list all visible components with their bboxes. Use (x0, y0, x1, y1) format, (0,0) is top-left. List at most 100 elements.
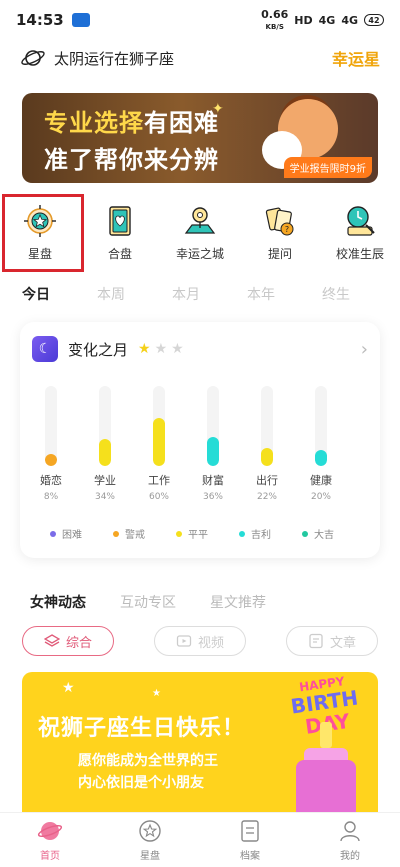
menu-ask[interactable]: ? 提问 (240, 196, 320, 268)
fortune-percent: 20% (310, 492, 331, 502)
nav-label: 我的 (340, 851, 360, 862)
fortune-bar-fill (45, 454, 57, 466)
fortune-bar-fill (99, 439, 111, 466)
menu-synastry[interactable]: 合盘 (80, 196, 160, 268)
lucky-star-link[interactable]: 幸运星 (332, 46, 380, 70)
planet-home-icon (37, 822, 63, 840)
tab-week[interactable]: 本周 (97, 284, 172, 314)
tab-today[interactable]: 今日 (22, 284, 97, 314)
fortune-bar (99, 386, 111, 466)
nav-home[interactable]: 首页 (0, 813, 100, 867)
archive-icon (241, 820, 259, 842)
fortune-legend: 困难 警戒 平平 吉利 大吉 (20, 526, 380, 541)
clock-search-icon (347, 205, 375, 236)
menu-lucky-city[interactable]: 幸运之城 (160, 196, 240, 268)
birthday-line2: 内心依旧是个小朋友 (78, 775, 204, 791)
app-notification-icon (71, 13, 90, 27)
chip-all[interactable]: 综合 (22, 626, 114, 656)
nav-label: 档案 (240, 851, 260, 862)
promo-banner[interactable]: ✦ ✦ 专业选择有困难 准了帮你来分辨 学业报告限时9折 (22, 93, 378, 183)
legend-dot (302, 530, 308, 537)
fortune-bar (261, 386, 273, 466)
legend-dot (113, 530, 119, 537)
tab-goddess-news[interactable]: 女神动态 (30, 592, 86, 614)
fortune-title: 变化之月 (68, 340, 129, 359)
banner-line1: 专业选择有困难 (44, 109, 219, 137)
candle-illustration (320, 722, 332, 748)
legend-label: 平平 (188, 530, 208, 541)
menu-calibrate-birth[interactable]: 校准生辰 (320, 196, 400, 268)
star-empty-icon: ★ (171, 341, 188, 357)
news-tabs: 女神动态 互动专区 星文推荐 (0, 592, 400, 614)
star-filled-icon: ★ (138, 341, 155, 357)
tab-interaction-zone[interactable]: 互动专区 (120, 592, 176, 614)
fortune-category: 婚恋 (40, 474, 62, 487)
fortune-bar-fill (207, 437, 219, 466)
hd-indicator: HD (294, 13, 313, 27)
tab-lifetime[interactable]: 终生 (322, 284, 397, 314)
chip-label: 视频 (197, 635, 224, 651)
legend-dot (239, 530, 245, 537)
cake-illustration (296, 760, 356, 812)
planet-icon (21, 50, 45, 66)
content-filter-chips: 综合 视频 文章 (22, 626, 378, 658)
tab-astro-articles[interactable]: 星文推荐 (210, 592, 266, 614)
fortune-percent: 60% (148, 492, 169, 502)
fortune-bar-label: 工作 60% (139, 472, 179, 502)
chip-label: 综合 (65, 635, 92, 651)
moon-chart-icon: ☾ (32, 336, 58, 362)
fortune-bar-label: 婚恋 8% (31, 472, 71, 502)
fortune-percent: 22% (256, 492, 277, 502)
sparkle-icon: ★ (152, 688, 161, 699)
legend-dot (176, 530, 182, 537)
nav-star-chart[interactable]: 星盘 (100, 813, 200, 867)
menu-label: 提问 (267, 246, 292, 261)
nav-archive[interactable]: 档案 (200, 813, 300, 867)
fortune-bars (20, 384, 380, 466)
legend-label: 吉利 (251, 530, 271, 541)
clock: 14:53 (16, 11, 64, 29)
fortune-category: 学业 (94, 474, 116, 487)
period-tabs: 今日 本周 本月 本年 终生 (0, 284, 400, 314)
heart-card-icon (109, 205, 131, 236)
chevron-right-icon[interactable]: › (361, 339, 368, 360)
menu-label: 合盘 (107, 246, 132, 261)
star-chart-nav-icon (139, 820, 161, 842)
moon-transit-text[interactable]: 太阴运行在狮子座 (54, 48, 174, 69)
nav-profile[interactable]: 我的 (300, 813, 400, 867)
star-chart-icon (24, 204, 56, 237)
tab-month[interactable]: 本月 (172, 284, 247, 314)
fortune-bar (45, 386, 57, 466)
signal-4g-1: 4G (318, 13, 336, 27)
city-map-icon (184, 206, 216, 234)
header: 太阴运行在狮子座 幸运星 (0, 40, 400, 76)
fortune-bar-fill (153, 418, 165, 466)
fortune-bar-label: 财富 36% (193, 472, 233, 502)
fortune-bar-label: 出行 22% (247, 472, 287, 502)
fortune-bar-labels: 婚恋 8% 学业 34% 工作 60% 财富 36% 出行 22% 健康 20% (20, 472, 380, 512)
fortune-bar-fill (261, 448, 273, 466)
legend-label: 大吉 (314, 530, 334, 541)
fortune-card[interactable]: ☾ 变化之月 ★★★ › 婚恋 8% 学业 34% 工作 60% 财富 36% 出行 22% 健康 2… (20, 322, 380, 558)
chip-label: 文章 (329, 635, 356, 651)
sparkle-icon: ★ (62, 680, 75, 696)
legend-label: 警戒 (125, 530, 145, 541)
tab-year[interactable]: 本年 (247, 284, 322, 314)
net-speed: 0.66 KB/S (261, 8, 289, 31)
svg-text:?: ? (285, 225, 289, 234)
battery-icon: 42 (364, 14, 384, 26)
menu-label: 校准生辰 (335, 246, 384, 261)
fortune-percent: 34% (94, 492, 115, 502)
menu-label: 幸运之城 (175, 246, 224, 261)
fortune-bar-label: 健康 20% (301, 472, 341, 502)
chip-video[interactable]: 视频 (154, 626, 246, 656)
fortune-percent: 36% (202, 492, 223, 502)
birthday-card[interactable]: ★ ★ HAPPY BIRTH DAY 祝狮子座生日快乐！ 愿你能成为全世界的王… (22, 672, 378, 812)
fortune-bar-label: 学业 34% (85, 472, 125, 502)
tarot-ask-icon: ? (265, 207, 294, 235)
fortune-card-header: ☾ 变化之月 ★★★ › (32, 334, 368, 364)
nav-label: 星盘 (140, 851, 160, 862)
menu-star-chart[interactable]: 星盘 (0, 194, 84, 272)
chip-article[interactable]: 文章 (286, 626, 378, 656)
fortune-category: 工作 (148, 474, 170, 487)
